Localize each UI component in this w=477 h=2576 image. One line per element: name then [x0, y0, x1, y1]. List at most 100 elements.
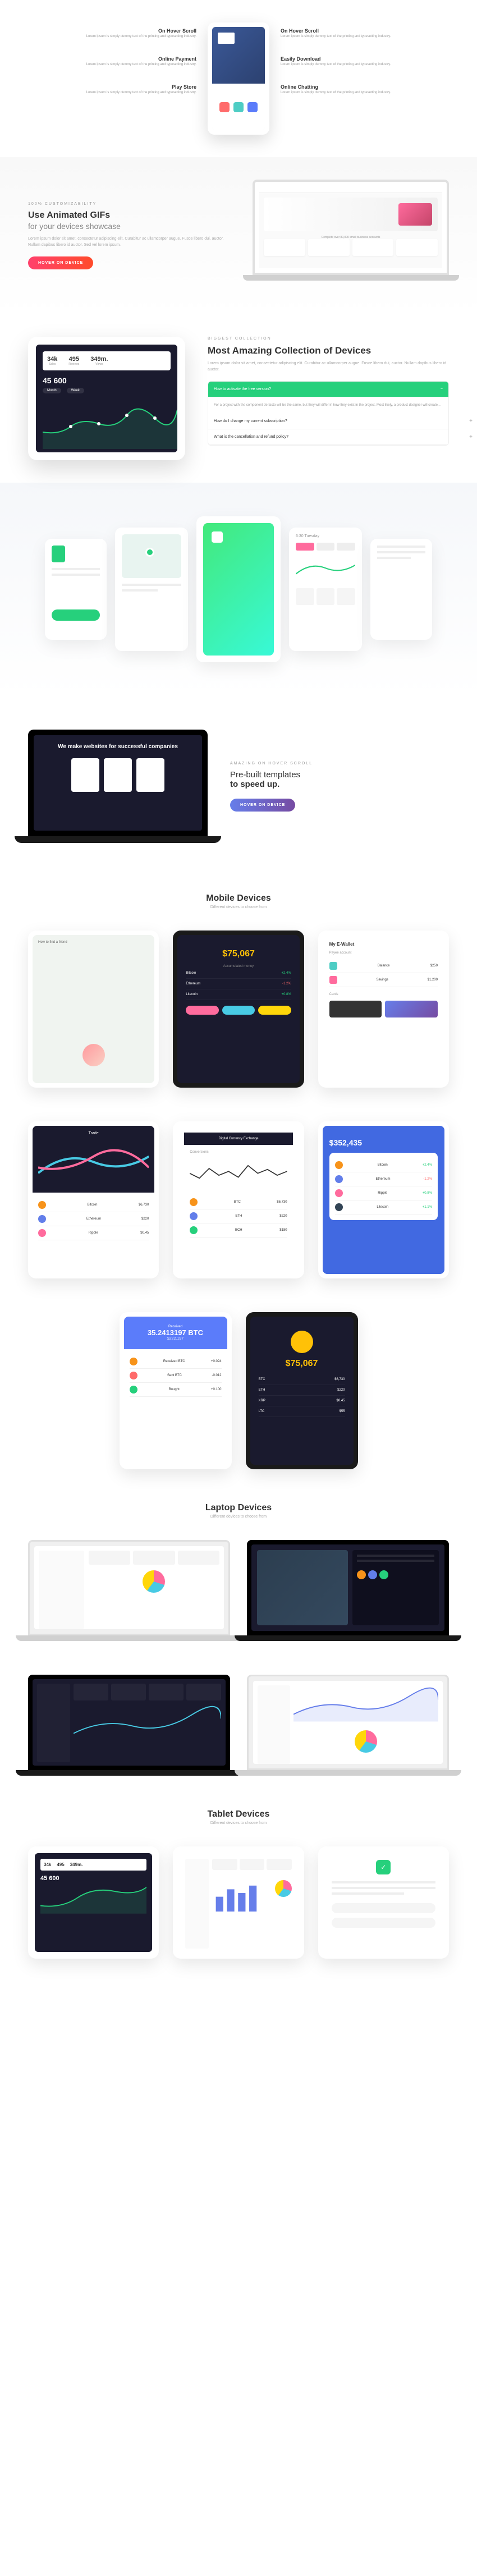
features-right: On Hover ScrollLorem ipsum is simply dum…: [281, 22, 449, 95]
feature-desc: Lorem ipsum is simply dummy text of the …: [28, 91, 196, 95]
chart-pills: MonthWeek: [43, 388, 171, 393]
mobile-grid-2: TradeBitcoin$6,730Ethereum$220Ripple$0.4…: [0, 1104, 477, 1295]
mobile-grid-1: How to find a friend $75,067Accumulated …: [0, 914, 477, 1104]
laptop-screen: We make websites for successful companie…: [28, 730, 208, 836]
laptop-title: Laptop DevicesDifferent devices to choos…: [0, 1503, 477, 1519]
feature-title: On Hover Scroll: [28, 28, 196, 34]
crypto-screen: Digital Currency ExchangeConversionsBTC$…: [177, 1126, 299, 1274]
wallet-screen: My E-WalletPayee accountBalance$250Savin…: [323, 935, 444, 1083]
blue-screen: $352,435Bitcoin+2.4%Ethereum-1.2%Ripple+…: [323, 1126, 444, 1274]
accordion-item[interactable]: How to activate the free version?−: [208, 382, 448, 397]
phone-device: $75,067Accumulated moneyBitcoin+2.4%Ethe…: [173, 931, 304, 1088]
gradient-screen: [203, 523, 274, 656]
phone-device: $352,435Bitcoin+2.4%Ethereum-1.2%Ripple+…: [318, 1121, 449, 1278]
feature-desc: Lorem ipsum is simply dummy text of the …: [281, 63, 449, 67]
phone-mockup: [208, 22, 269, 135]
map-screen: How to find a friend: [33, 935, 154, 1083]
stat: 495Reviews: [68, 356, 79, 366]
feature-desc: Lorem ipsum is simply dummy text of the …: [28, 63, 196, 67]
phone-device: Received35.2413197 BTC$222.197Received B…: [120, 1312, 232, 1469]
chart-area: 45 600 MonthWeek: [43, 376, 171, 449]
hero-icons: [212, 84, 265, 130]
tablet-device: [173, 1846, 304, 1959]
templates-section: We make websites for successful companie…: [0, 696, 477, 877]
tablet-device: 34k495349m.45 600: [28, 1846, 159, 1959]
screen-card: [196, 516, 281, 662]
eyebrow: BIGGEST COLLECTION: [208, 337, 449, 341]
stat: 34kSales: [47, 356, 57, 366]
feature-desc: Lorem ipsum is simply dummy text of the …: [28, 35, 196, 39]
feature-desc: Lorem ipsum is simply dummy text of the …: [281, 91, 449, 95]
feature-desc: Lorem ipsum is simply dummy text of the …: [281, 35, 449, 39]
feature-title: Online Chatting: [281, 84, 449, 90]
mobile-grid-3: Received35.2413197 BTC$222.197Received B…: [0, 1295, 477, 1486]
hero-image: [212, 27, 265, 84]
feature-title: On Hover Scroll: [281, 28, 449, 34]
tablet-device: ✓: [318, 1846, 449, 1959]
laptop-grid-1: [0, 1523, 477, 1658]
screen-card: [115, 528, 188, 651]
laptop-dark-mockup: We make websites for successful companie…: [28, 730, 208, 843]
eyebrow: 100% CUSTOMIZABILITY: [28, 202, 236, 206]
accordion-item[interactable]: What is the cancellation and refund poli…: [208, 429, 448, 445]
screen-card: 6:30 Tuesday: [289, 528, 362, 651]
features-left: On Hover ScrollLorem ipsum is simply dum…: [28, 22, 196, 95]
tablet-mockup: 34kSales 495Reviews 349m.Views 45 600 Mo…: [28, 337, 185, 460]
stats-row: 34kSales 495Reviews 349m.Views: [43, 351, 171, 370]
laptop-heading: We make websites for successful companie…: [42, 744, 194, 750]
line-chart: [43, 404, 177, 449]
section-desc: Lorem ipsum dolor sit amet, consectetur …: [208, 361, 449, 373]
feature-title: Play Store: [28, 84, 196, 90]
section-text: 100% CUSTOMIZABILITY Use Animated GIFs f…: [28, 202, 236, 269]
laptop-device: [247, 1540, 449, 1641]
feature-item: On Hover ScrollLorem ipsum is simply dum…: [281, 28, 449, 39]
section-desc: Lorem ipsum dolor sit amet, consectetur …: [28, 236, 236, 248]
screen-card: [370, 539, 432, 640]
phone-device: $75,067BTC$6,730ETH$220XRP$0.45LTC$55: [246, 1312, 358, 1469]
hover-button[interactable]: Hover On Device: [28, 256, 93, 269]
laptop-screen: Complete over 80,000 small business acco…: [253, 180, 449, 275]
hover-button[interactable]: Hover On Device: [230, 799, 295, 812]
accordion-body: For a project with the component de fact…: [208, 397, 448, 414]
tablet-screen: 34kSales 495Reviews 349m.Views 45 600 Mo…: [36, 345, 177, 452]
laptop-device: [247, 1675, 449, 1776]
laptop-grid-2: [0, 1658, 477, 1793]
price-screen: $75,067Accumulated moneyBitcoin+2.4%Ethe…: [177, 935, 299, 1083]
dark-price-screen: $75,067BTC$6,730ETH$220XRP$0.45LTC$55: [250, 1317, 354, 1465]
minus-icon: −: [441, 387, 443, 391]
stat: 349m.Views: [90, 356, 108, 366]
dashboard: Complete over 80,000 small business acco…: [259, 186, 442, 268]
collection-section: 34kSales 495Reviews 349m.Views 45 600 Mo…: [0, 314, 477, 483]
accordion: How to activate the free version?− For a…: [208, 381, 449, 446]
feature-title: Online Payment: [28, 56, 196, 62]
mobile-title: Mobile DevicesDifferent devices to choos…: [0, 893, 477, 909]
feature-item: Easily DownloadLorem ipsum is simply dum…: [281, 56, 449, 67]
feature-item: Play StoreLorem ipsum is simply dummy te…: [28, 84, 196, 95]
eyebrow: AMAZING ON HOVER SCROLL: [230, 762, 449, 766]
laptop-mockup: Complete over 80,000 small business acco…: [253, 180, 449, 292]
accordion-item[interactable]: How do I change my current subscription?…: [208, 414, 448, 429]
chart-value: 45 600: [43, 376, 171, 385]
section-title: Use Animated GIFs: [28, 210, 236, 221]
section-text: BIGGEST COLLECTION Most Amazing Collecti…: [208, 337, 449, 446]
laptop-device: [28, 1540, 230, 1641]
btc-screen: Received35.2413197 BTC$222.197Received B…: [124, 1317, 227, 1465]
screens-row: 6:30 Tuesday: [0, 483, 477, 696]
tablet-title: Tablet DevicesDifferent devices to choos…: [0, 1809, 477, 1825]
phone-device: My E-WalletPayee accountBalance$250Savin…: [318, 931, 449, 1088]
phone-screen: [212, 27, 265, 130]
laptop-device: [28, 1675, 230, 1776]
trade-screen: TradeBitcoin$6,730Ethereum$220Ripple$0.4…: [33, 1126, 154, 1274]
feature-item: On Hover ScrollLorem ipsum is simply dum…: [28, 28, 196, 39]
phone-device: Digital Currency ExchangeConversionsBTC$…: [173, 1121, 304, 1278]
phone-device: TradeBitcoin$6,730Ethereum$220Ripple$0.4…: [28, 1121, 159, 1278]
features-hero: On Hover ScrollLorem ipsum is simply dum…: [0, 0, 477, 157]
feature-title: Easily Download: [281, 56, 449, 62]
section-title: Pre-built templatesto speed up.: [230, 770, 449, 789]
section-title: Most Amazing Collection of Devices: [208, 345, 449, 356]
section-text: AMAZING ON HOVER SCROLL Pre-built templa…: [230, 762, 449, 812]
tablet-grid: 34k495349m.45 600 ✓: [0, 1830, 477, 1992]
section-subtitle: for your devices showcase: [28, 222, 236, 231]
animated-gifs-section: 100% CUSTOMIZABILITY Use Animated GIFs f…: [0, 157, 477, 314]
map: [122, 534, 181, 578]
